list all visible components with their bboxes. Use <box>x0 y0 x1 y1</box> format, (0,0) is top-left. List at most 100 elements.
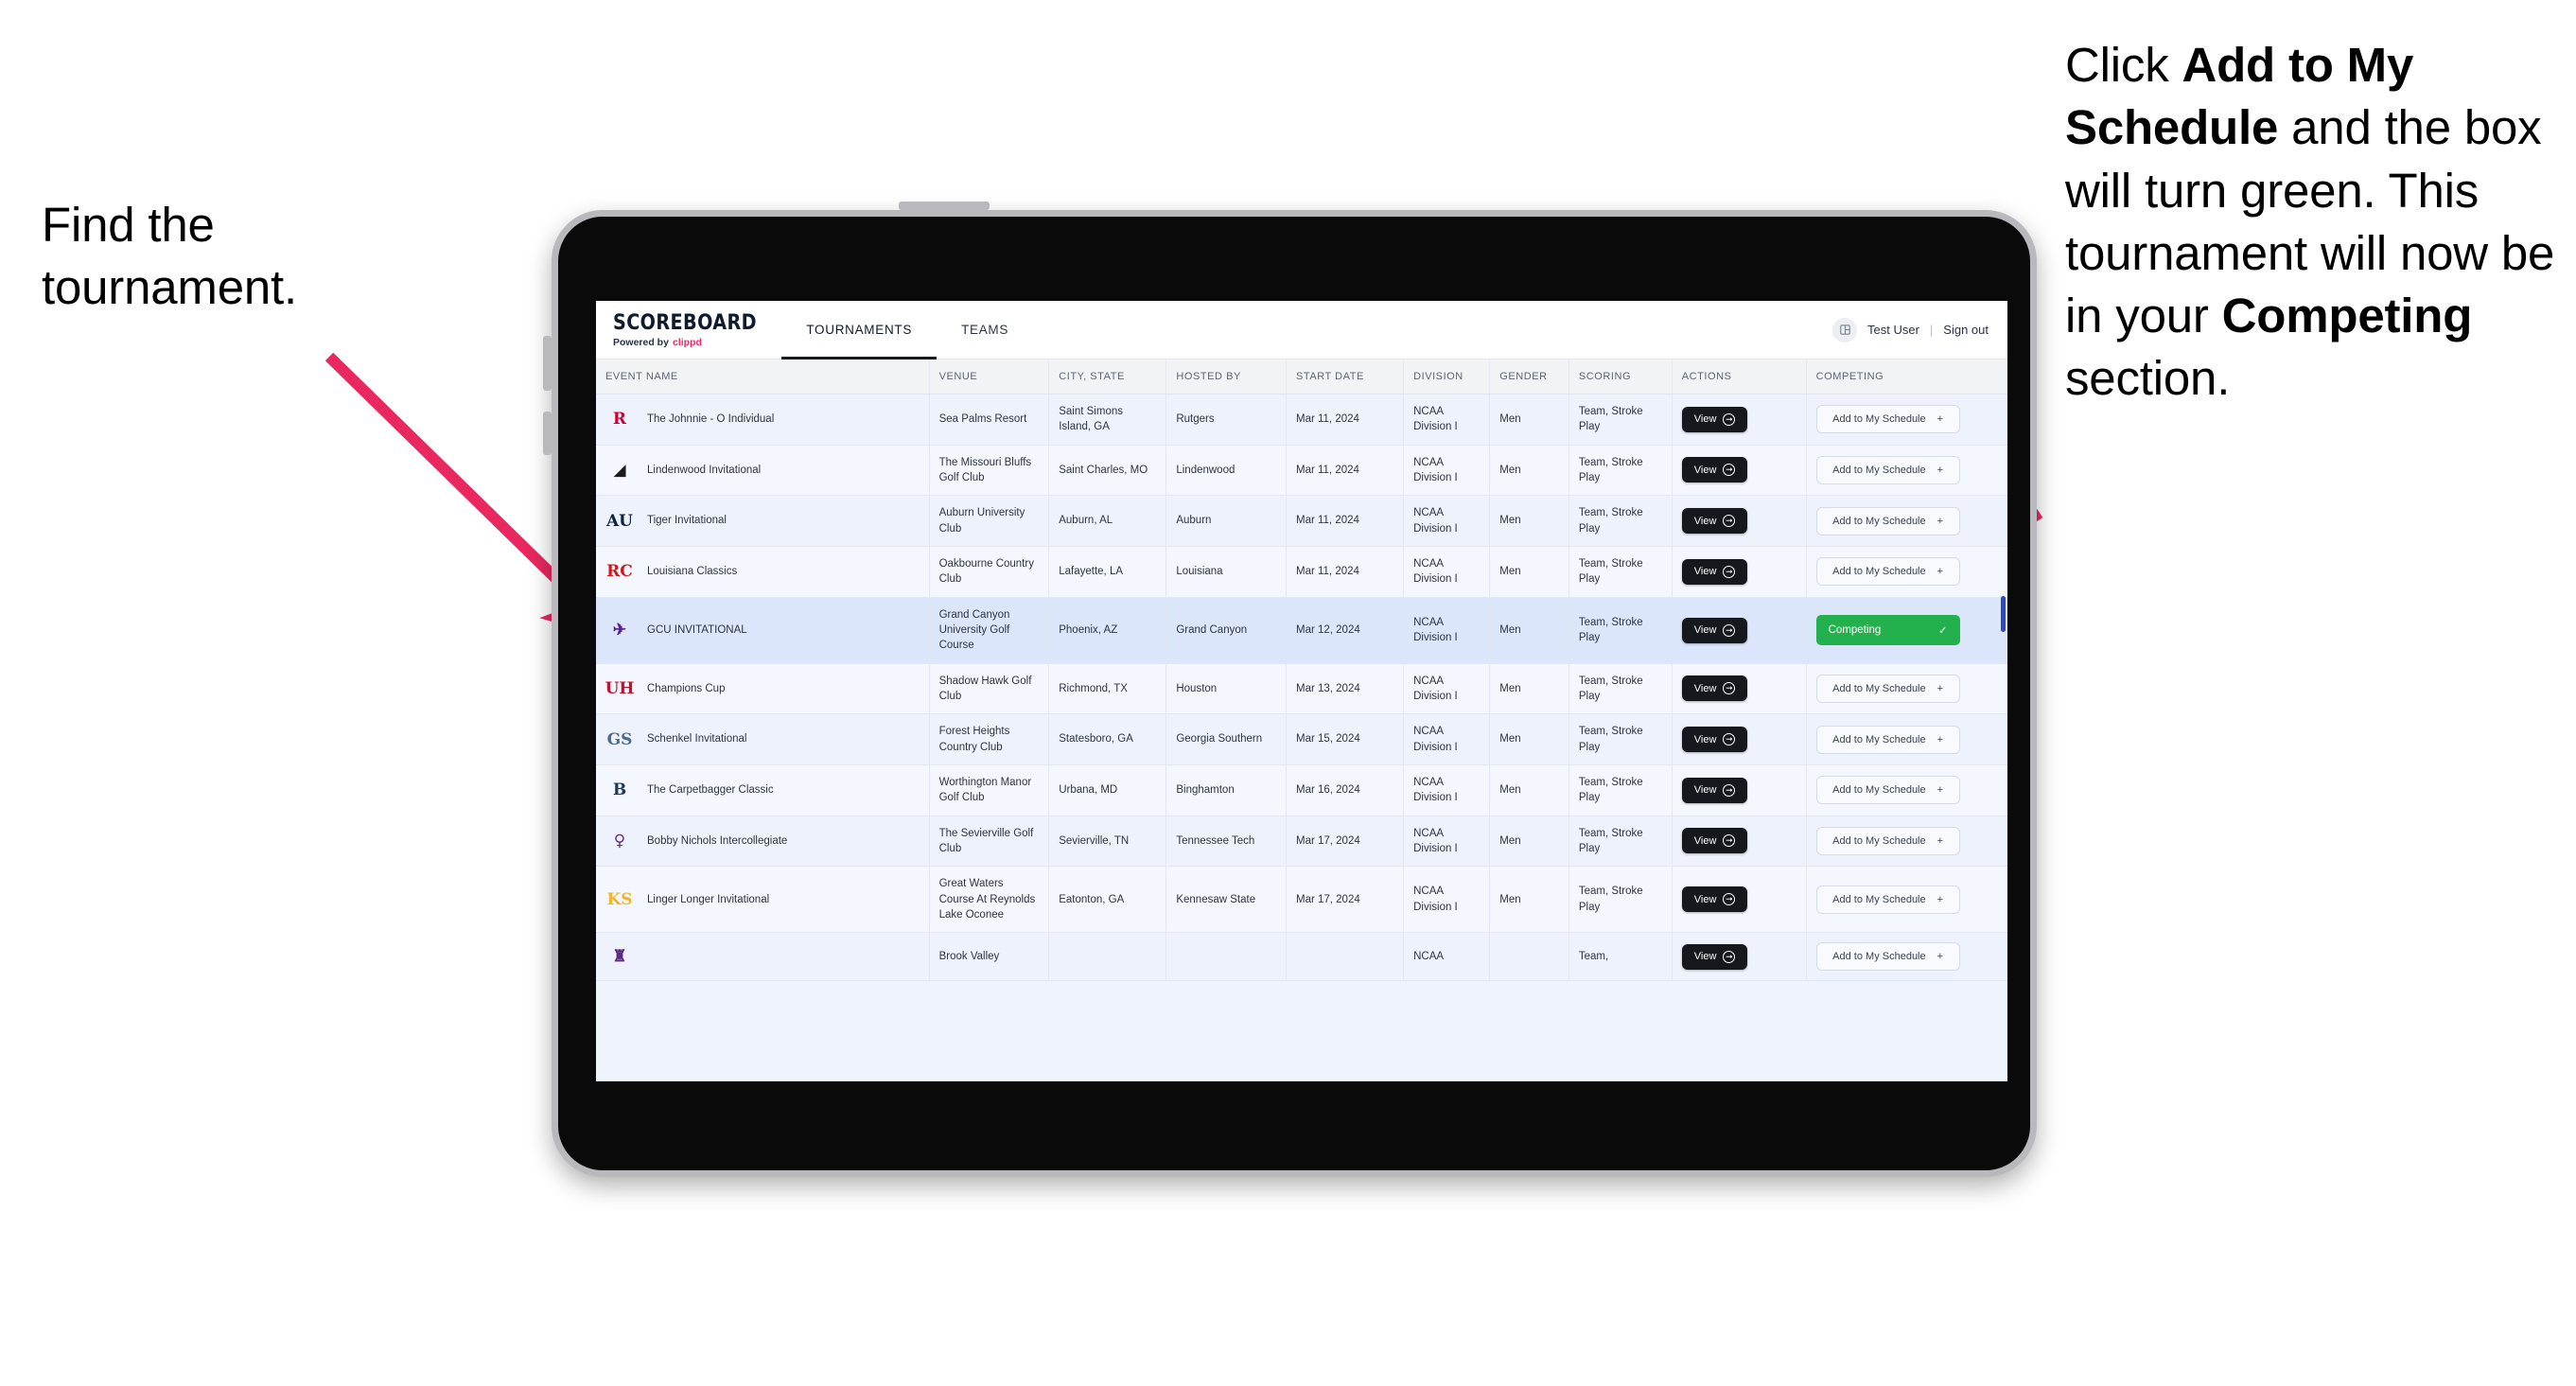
view-button[interactable]: View ➞ <box>1681 727 1748 753</box>
table-row[interactable]: AU Tiger Invitational Auburn University … <box>596 495 2007 547</box>
cell-gender: Men <box>1489 597 1569 664</box>
cell-event-name: ♜ <box>596 932 930 982</box>
user-avatar-icon[interactable] <box>1832 317 1857 342</box>
tab-teams[interactable]: TEAMS <box>937 301 1033 359</box>
col-venue[interactable]: VENUE <box>929 360 1050 395</box>
cell-gender: Men <box>1489 495 1569 547</box>
table-scrollbar-thumb[interactable] <box>2001 596 2006 632</box>
cell-event-name: GS Schenkel Invitational <box>596 713 930 765</box>
table-row[interactable]: ✈ GCU INVITATIONAL Grand Canyon Universi… <box>596 597 2007 664</box>
plus-icon: + <box>1936 566 1944 578</box>
volume-up-button[interactable] <box>543 336 552 391</box>
add-to-my-schedule-button[interactable]: Add to My Schedule + <box>1815 725 1960 754</box>
brand-subtitle: Powered by clippd <box>613 337 762 348</box>
cell-event-name: KS Linger Longer Invitational <box>596 866 930 934</box>
cell-division: NCAA Division I <box>1403 546 1491 598</box>
col-city-state[interactable]: CITY, STATE <box>1048 360 1167 395</box>
view-button-label: View <box>1693 893 1717 905</box>
add-to-my-schedule-button[interactable]: Add to My Schedule + <box>1815 826 1960 855</box>
view-button[interactable]: View ➞ <box>1681 777 1748 803</box>
cell-actions: View ➞ <box>1672 394 1807 446</box>
table-row[interactable]: ♜ Brook Valley NCAA Team, View ➞ Add to My… <box>596 932 2007 982</box>
team-logo-icon: B <box>612 781 627 800</box>
view-button[interactable]: View ➞ <box>1681 406 1748 432</box>
cell-scoring: Team, <box>1568 932 1673 982</box>
add-to-my-schedule-button[interactable]: Add to My Schedule + <box>1815 942 1960 972</box>
team-logo-icon: ♀ <box>613 831 626 851</box>
brand-title: SCOREBOARD <box>613 308 758 334</box>
cell-start-date: Mar 16, 2024 <box>1286 764 1405 816</box>
view-button[interactable]: View ➞ <box>1681 675 1748 702</box>
cell-scoring: Team, Stroke Play <box>1568 394 1673 446</box>
cell-competing: Add to My Schedule + <box>1806 546 2007 598</box>
volume-down-button[interactable] <box>543 412 552 455</box>
cell-hosted-by: Georgia Southern <box>1165 713 1287 765</box>
add-to-my-schedule-button[interactable]: Add to My Schedule + <box>1815 455 1960 484</box>
user-name: Test User <box>1867 323 1919 337</box>
add-to-my-schedule-label: Add to My Schedule <box>1832 682 1926 694</box>
table-row[interactable]: R The Johnnie - O Individual Sea Palms R… <box>596 394 2007 446</box>
cell-scoring: Team, Stroke Play <box>1568 816 1673 868</box>
add-to-my-schedule-button[interactable]: Add to My Schedule + <box>1815 557 1960 587</box>
col-start-date[interactable]: START DATE <box>1286 360 1405 395</box>
cell-competing: Add to My Schedule + <box>1806 816 2007 868</box>
event-name-label: Lindenwood Invitational <box>647 464 762 476</box>
add-to-my-schedule-button[interactable]: Add to My Schedule + <box>1815 776 1960 805</box>
brand-logo[interactable]: SCOREBOARD Powered by clippd <box>596 301 781 359</box>
cell-division: NCAA Division I <box>1403 663 1491 715</box>
power-button[interactable] <box>899 202 990 210</box>
cell-city-state: Eatonton, GA <box>1048 866 1167 934</box>
brand-powered-prefix: Powered by <box>613 336 669 348</box>
view-button-label: View <box>1693 413 1717 426</box>
sign-out-link[interactable]: Sign out <box>1943 323 1989 337</box>
cell-start-date: Mar 17, 2024 <box>1286 866 1405 934</box>
view-button[interactable]: View ➞ <box>1681 828 1748 854</box>
cell-city-state: Urbana, MD <box>1048 764 1167 816</box>
col-hosted-by[interactable]: HOSTED BY <box>1165 360 1287 395</box>
view-button[interactable]: View ➞ <box>1681 558 1748 585</box>
arrow-right-circle-icon: ➞ <box>1723 515 1736 528</box>
table-row[interactable]: RC Louisiana Classics Oakbourne Country … <box>596 546 2007 598</box>
cell-venue: Brook Valley <box>929 932 1050 982</box>
event-name-label: GCU INVITATIONAL <box>647 623 747 636</box>
plus-icon: + <box>1936 893 1944 905</box>
cell-scoring: Team, Stroke Play <box>1568 546 1673 598</box>
table-row[interactable]: GS Schenkel Invitational Forest Heights … <box>596 713 2007 765</box>
table-row[interactable]: KS Linger Longer Invitational Great Wate… <box>596 866 2007 934</box>
cell-actions: View ➞ <box>1672 546 1807 598</box>
table-row[interactable]: UH Champions Cup Shadow Hawk Golf Club Ri… <box>596 663 2007 715</box>
table-row[interactable]: B The Carpetbagger Classic Worthington M… <box>596 764 2007 816</box>
arrow-right-circle-icon: ➞ <box>1723 950 1736 963</box>
screenshot-root: Find the tournament. Click Add to My Sch… <box>0 0 2576 1386</box>
cell-hosted-by: Grand Canyon <box>1165 597 1287 664</box>
table-row[interactable]: ◢ Lindenwood Invitational The Missouri B… <box>596 445 2007 497</box>
view-button[interactable]: View ➞ <box>1681 886 1748 913</box>
add-to-my-schedule-button[interactable]: Add to My Schedule + <box>1815 885 1960 914</box>
plus-icon: + <box>1936 784 1944 797</box>
table-row[interactable]: ♀ Bobby Nichols Intercollegiate The Sevi… <box>596 816 2007 868</box>
col-division[interactable]: DIVISION <box>1403 360 1491 395</box>
col-scoring[interactable]: SCORING <box>1568 360 1673 395</box>
view-button[interactable]: View ➞ <box>1681 457 1748 483</box>
arrow-right-circle-icon: ➞ <box>1723 834 1736 848</box>
view-button-label: View <box>1693 834 1717 847</box>
tab-tournaments[interactable]: TOURNAMENTS <box>781 301 937 360</box>
add-to-my-schedule-button[interactable]: Add to My Schedule + <box>1815 674 1960 703</box>
add-to-my-schedule-button[interactable]: Add to My Schedule + <box>1815 506 1960 535</box>
cell-event-name: RC Louisiana Classics <box>596 546 930 598</box>
event-name-label: The Carpetbagger Classic <box>647 784 774 797</box>
view-button[interactable]: View ➞ <box>1681 943 1748 970</box>
competing-badge-button[interactable]: Competing ✓ <box>1815 615 1960 646</box>
cell-event-name: ♀ Bobby Nichols Intercollegiate <box>596 816 930 868</box>
col-gender[interactable]: GENDER <box>1489 360 1569 395</box>
cell-venue: Great Waters Course At Reynolds Lake Oco… <box>929 866 1050 934</box>
cell-scoring: Team, Stroke Play <box>1568 597 1673 664</box>
add-to-my-schedule-button[interactable]: Add to My Schedule + <box>1815 405 1960 434</box>
cell-hosted-by: Lindenwood <box>1165 445 1287 497</box>
arrow-right-circle-icon: ➞ <box>1723 412 1736 426</box>
col-event-name[interactable]: EVENT NAME <box>596 360 930 395</box>
cell-event-name: R The Johnnie - O Individual <box>596 394 930 446</box>
view-button[interactable]: View ➞ <box>1681 617 1748 643</box>
view-button[interactable]: View ➞ <box>1681 508 1748 535</box>
cell-start-date: Mar 11, 2024 <box>1286 495 1405 547</box>
